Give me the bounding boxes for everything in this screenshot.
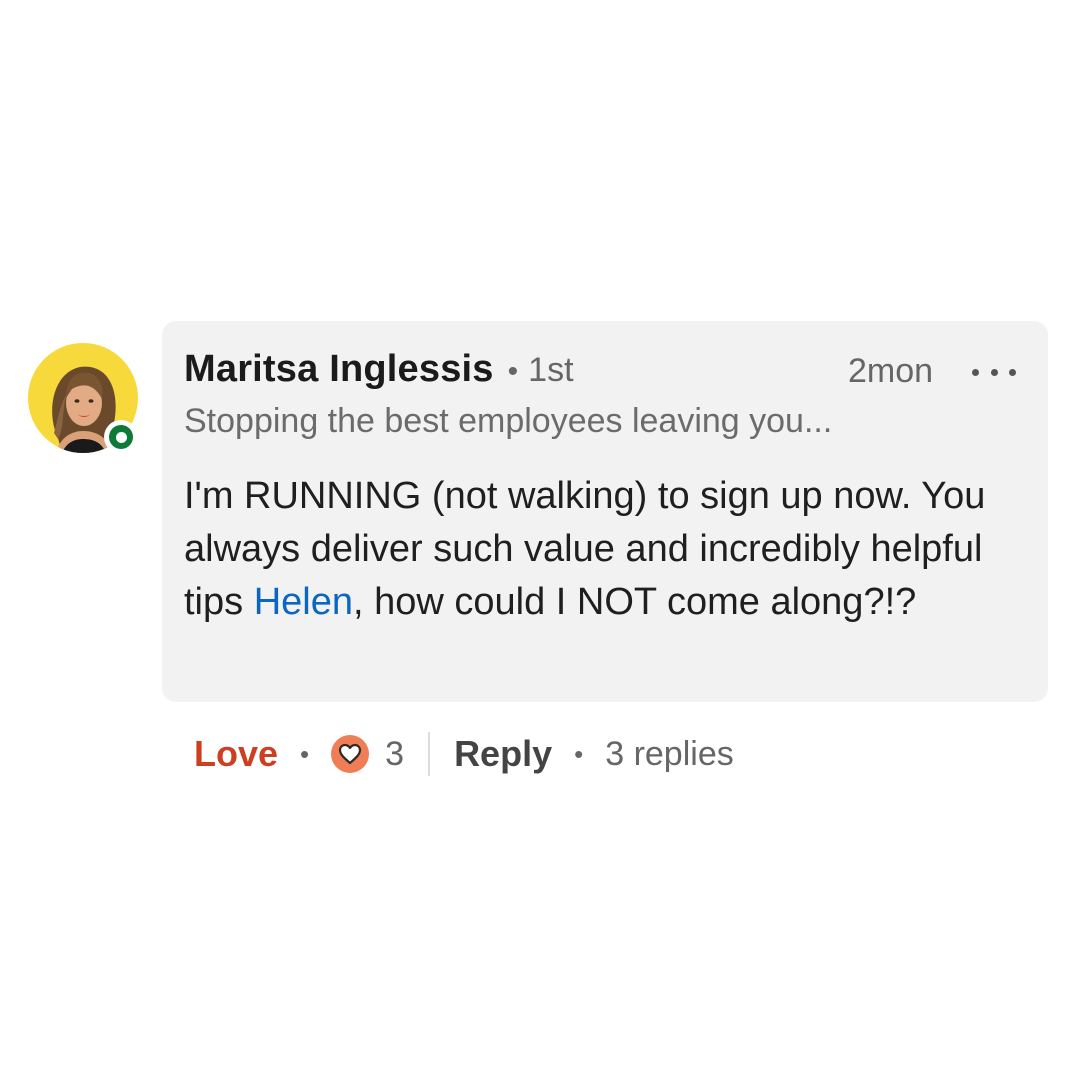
connection-degree: 1st <box>528 351 574 389</box>
reaction-count[interactable]: 3 <box>385 735 404 774</box>
author-name[interactable]: Maritsa Inglessis <box>184 348 494 391</box>
separator-dot: • <box>507 355 519 388</box>
replies-link[interactable]: 3 replies <box>605 735 734 774</box>
comment-text: I'm RUNNING (not walking) to sign up now… <box>184 470 1024 629</box>
comment-timestamp: 2mon <box>848 352 934 390</box>
love-reaction-button[interactable]: Love <box>194 733 278 775</box>
heart-icon[interactable] <box>331 735 370 773</box>
comment-text-part: , how could I NOT come along?!? <box>353 581 917 623</box>
more-horizontal-icon[interactable] <box>972 362 1016 382</box>
online-status-icon <box>104 420 138 454</box>
separator-dot: • <box>300 738 310 769</box>
divider <box>428 732 431 776</box>
comment: Maritsa Inglessis • 1st 2mon Stopping th… <box>0 0 1080 1080</box>
separator-dot: • <box>574 738 584 769</box>
author-headline: Stopping the best employees leaving you.… <box>184 402 833 440</box>
comment-actions: Love • 3 Reply • 3 replies <box>194 728 734 780</box>
mention-link[interactable]: Helen <box>254 581 353 623</box>
author-row: Maritsa Inglessis • 1st <box>184 348 574 394</box>
reply-button[interactable]: Reply <box>454 733 552 775</box>
